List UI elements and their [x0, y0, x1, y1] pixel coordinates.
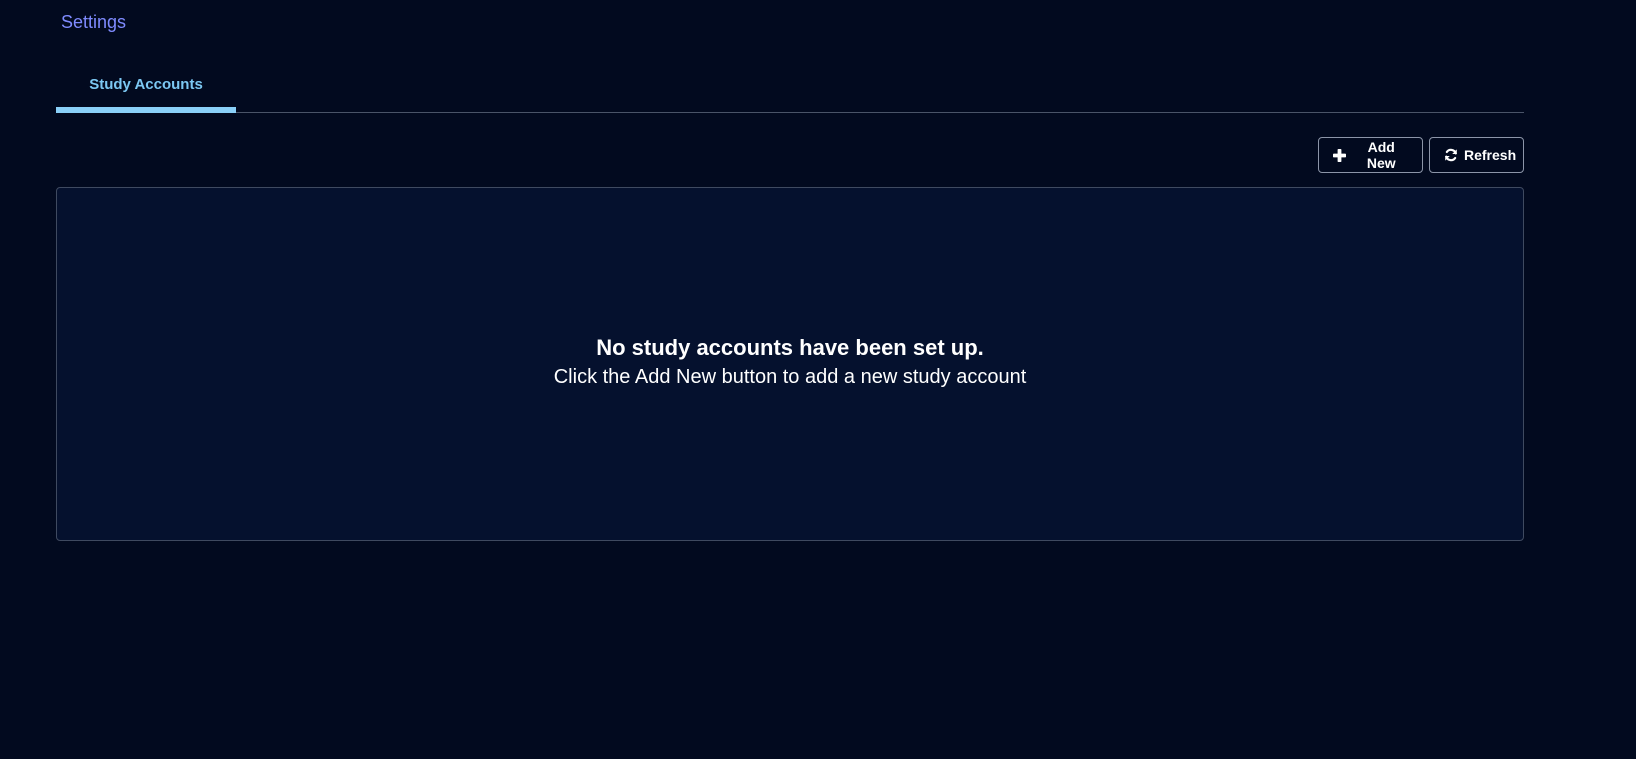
- empty-state-title: No study accounts have been set up.: [596, 335, 984, 360]
- active-tab-indicator: [56, 107, 236, 113]
- add-new-label: Add New: [1366, 139, 1396, 171]
- plus-icon: [1333, 148, 1347, 162]
- tab-bar: Study Accounts: [56, 60, 1524, 113]
- empty-state-subtitle: Click the Add New button to add a new st…: [553, 366, 1027, 388]
- settings-page: Settings Study Accounts Add New Refresh …: [0, 0, 1636, 759]
- refresh-icon: [1444, 148, 1458, 162]
- tab-study-accounts[interactable]: Study Accounts: [56, 60, 236, 113]
- refresh-button[interactable]: Refresh: [1429, 137, 1524, 173]
- study-accounts-panel: No study accounts have been set up. Clic…: [56, 187, 1524, 541]
- empty-state: No study accounts have been set up. Clic…: [57, 333, 1523, 391]
- breadcrumb-settings[interactable]: Settings: [61, 12, 126, 33]
- refresh-label: Refresh: [1464, 147, 1517, 163]
- add-new-button[interactable]: Add New: [1318, 137, 1423, 173]
- toolbar: Add New Refresh: [1318, 137, 1524, 173]
